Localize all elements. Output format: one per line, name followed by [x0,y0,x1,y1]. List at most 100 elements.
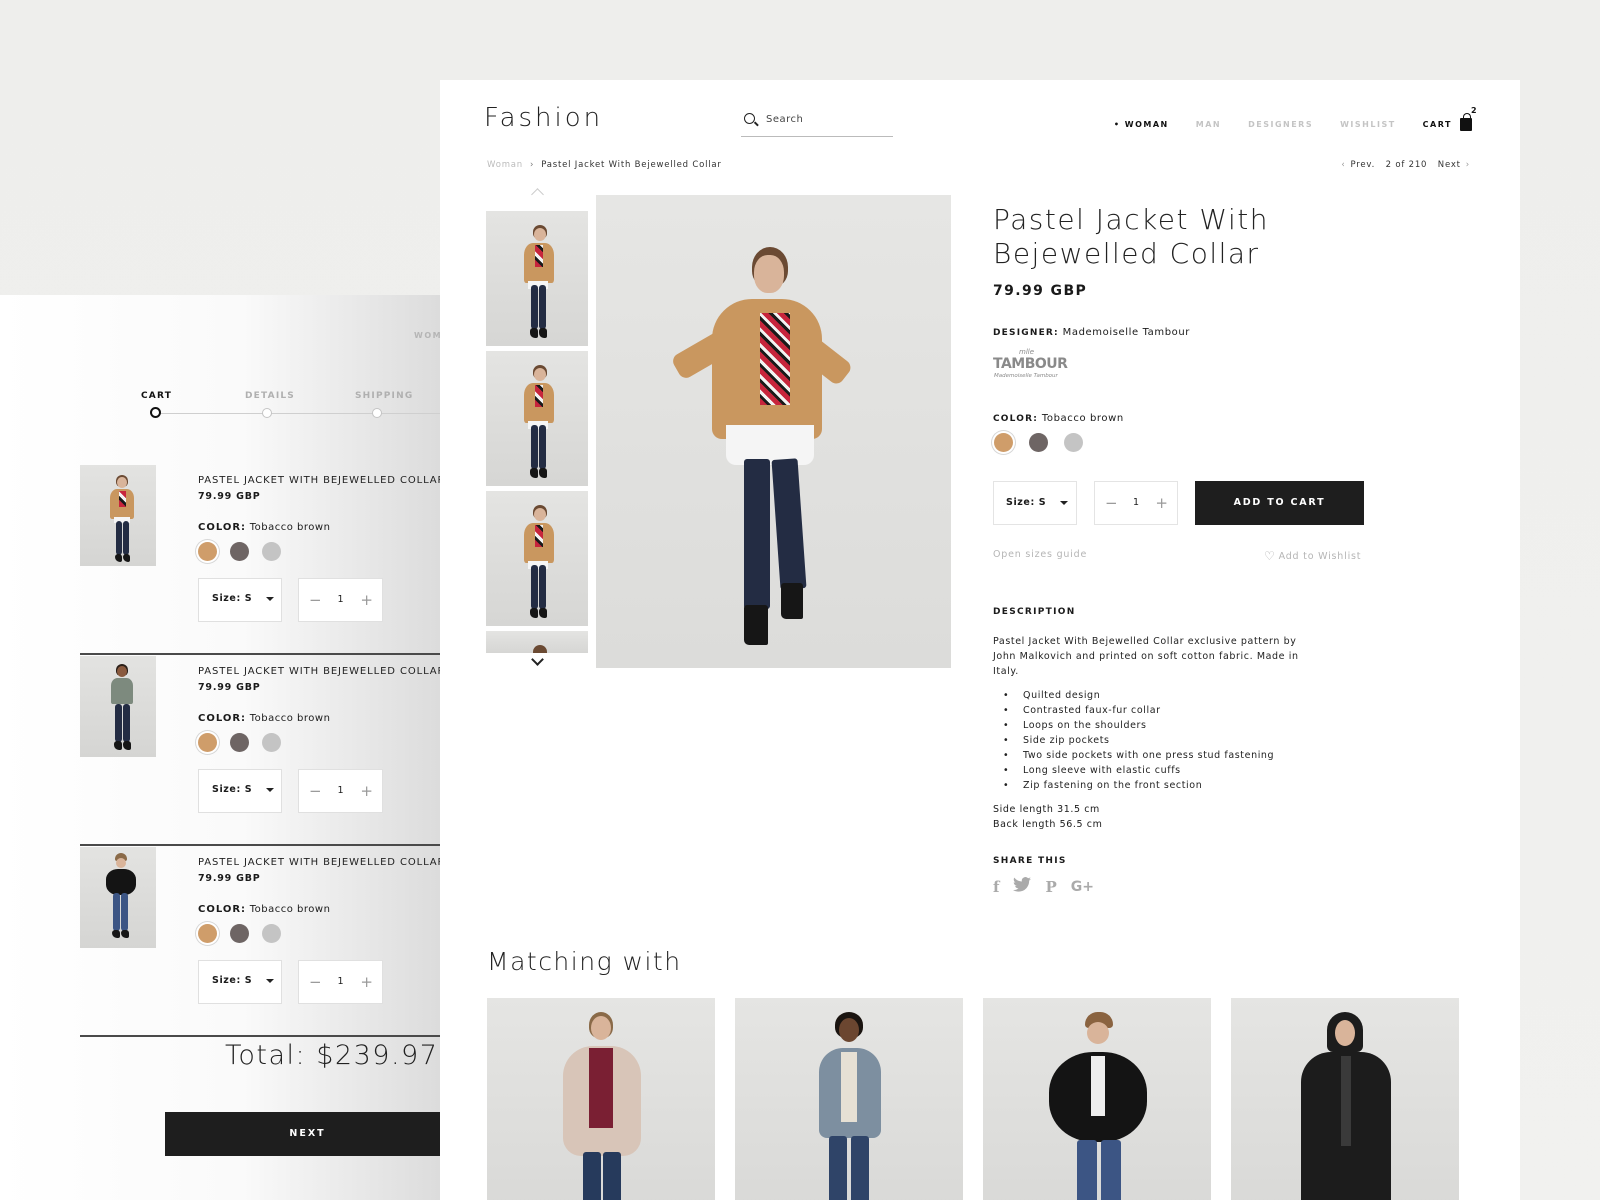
cart-item-size-select[interactable]: Size: S [198,578,282,622]
swatch-tobacco-brown[interactable] [198,733,217,752]
cart-item-image[interactable] [80,656,156,757]
add-to-cart-button[interactable]: ADD TO CART [1195,481,1364,525]
product-price: 79.99 GBP [993,283,1088,299]
swatch-tobacco-brown[interactable] [198,924,217,943]
cart-item-size-select[interactable]: Size: S [198,769,282,813]
facebook-icon[interactable]: f [993,878,999,896]
list-item: Loops on the shoulders [1003,718,1274,733]
cart-item-size-select[interactable]: Size: S [198,960,282,1004]
cart-item-name[interactable]: PASTEL JACKET WITH BEJEWELLED COLLAR [198,857,440,868]
cart-item-price: 79.99 GBP [198,491,261,502]
swatch-light-grey[interactable] [1064,433,1083,452]
matching-product-card[interactable] [487,998,715,1200]
plus-icon[interactable]: + [360,591,373,609]
step-shipping[interactable]: SHIPPING [355,391,413,401]
share-icons: f P G+ [993,877,1094,896]
prev-link[interactable]: Prev. [1351,160,1376,170]
matching-title: Matching with [487,947,682,976]
pinterest-icon[interactable]: P [1045,878,1056,896]
chevron-up-icon[interactable] [531,188,544,201]
product-pager: ‹ Prev. 2 of 210 Next › [1336,160,1475,170]
cart-item-color: COLOR: Tobacco brown [198,713,331,724]
swatch-light-grey[interactable] [262,542,281,561]
plus-icon[interactable]: + [360,973,373,991]
side-length: Side length 31.5 cm [993,804,1100,815]
nav-item-man[interactable]: MAN [1196,120,1221,129]
cart-item-image[interactable] [80,465,156,566]
cart-item-image[interactable] [80,847,156,948]
brand-logo[interactable]: mlle TAMBOUR Mademoiselle Tambour [993,348,1068,382]
matching-product-card[interactable] [735,998,963,1200]
size-select[interactable]: Size: S [993,481,1077,525]
thumbnail[interactable] [486,211,588,346]
breadcrumb: Woman › Pastel Jacket With Bejewelled Coll… [487,160,722,170]
cart-item-name[interactable]: PASTEL JACKET WITH BEJEWELLED COLLAR [198,475,440,486]
plus-icon[interactable]: + [1155,494,1168,512]
twitter-icon[interactable] [1013,877,1032,896]
cart-item-color: COLOR: Tobacco brown [198,522,331,533]
product-main-image[interactable] [596,195,951,668]
search-input[interactable]: Search [741,110,893,137]
cart-item-swatches [198,541,294,561]
next-button[interactable]: NEXT [165,1112,440,1156]
chevron-right-icon[interactable]: › [1466,160,1470,170]
cart-topnav-woman[interactable]: WOM [414,331,440,340]
swatch-dark-grey[interactable] [1029,433,1048,452]
add-to-wishlist-link[interactable]: ♡ Add to Wishlist [1264,549,1361,563]
divider [80,844,440,846]
swatch-tobacco-brown[interactable] [994,433,1013,452]
step-dot-details [262,408,272,418]
cart-item-qty-stepper[interactable]: − 1 + [298,960,383,1004]
breadcrumb-woman[interactable]: Woman [487,160,523,170]
thumbnail[interactable] [486,631,588,653]
swatch-tobacco-brown[interactable] [198,542,217,561]
divider [80,653,440,655]
thumbnail[interactable] [486,491,588,626]
cart-item-qty-stepper[interactable]: − 1 + [298,769,383,813]
cart-label: CART [1422,120,1452,129]
search-placeholder: Search [766,114,804,125]
cart-panel: WOM CART DETAILS SHIPPING PASTEL JACKET … [0,295,440,1200]
cart-item-color: COLOR: Tobacco brown [198,904,331,915]
description-text: Pastel Jacket With Bejewelled Collar exc… [993,636,1299,677]
plus-icon[interactable]: + [360,782,373,800]
google-plus-icon[interactable]: G+ [1071,879,1094,895]
step-dot-shipping [372,408,382,418]
divider [80,1035,440,1037]
heart-icon: ♡ [1264,549,1276,563]
nav-item-cart[interactable]: CART 2 [1422,106,1477,131]
cart-item-swatches [198,732,294,752]
swatch-dark-grey[interactable] [230,924,249,943]
matching-product-card[interactable] [1231,998,1459,1200]
chevron-down-icon [266,596,275,601]
next-link[interactable]: Next [1438,160,1461,170]
product-swatches [994,432,1099,452]
sizes-guide-link[interactable]: Open sizes guide [993,549,1087,560]
step-details[interactable]: DETAILS [245,391,295,401]
nav-item-designers[interactable]: DESIGNERS [1248,120,1313,129]
swatch-dark-grey[interactable] [230,733,249,752]
steps-progress-line [155,413,440,414]
cart-item-qty-stepper[interactable]: − 1 + [298,578,383,622]
list-item: Quilted design [1003,688,1274,703]
list-item: Side zip pockets [1003,733,1274,748]
thumbnail[interactable] [486,351,588,486]
swatch-light-grey[interactable] [262,733,281,752]
cart-item-swatches [198,923,294,943]
swatch-light-grey[interactable] [262,924,281,943]
quantity-stepper[interactable]: − 1 + [1094,481,1178,525]
designer-link[interactable]: Mademoiselle Tambour [1063,327,1190,338]
cart-item-name[interactable]: PASTEL JACKET WITH BEJEWELLED COLLAR [198,666,440,677]
cart-item: PASTEL JACKET WITH BEJEWELLED COLLAR 79.… [80,465,440,655]
matching-product-card[interactable] [983,998,1211,1200]
cart-count-badge: 2 [1471,106,1479,115]
chevron-left-icon[interactable]: ‹ [1341,160,1345,170]
product-color: COLOR: Tobacco brown [993,413,1124,424]
share-heading: SHARE THIS [993,856,1067,866]
nav-item-woman[interactable]: • WOMAN [1114,120,1169,129]
site-logo[interactable]: Fashion [484,103,603,133]
nav-item-wishlist[interactable]: WISHLIST [1340,120,1396,129]
step-cart[interactable]: CART [141,391,172,401]
breadcrumb-separator: › [529,160,535,170]
swatch-dark-grey[interactable] [230,542,249,561]
